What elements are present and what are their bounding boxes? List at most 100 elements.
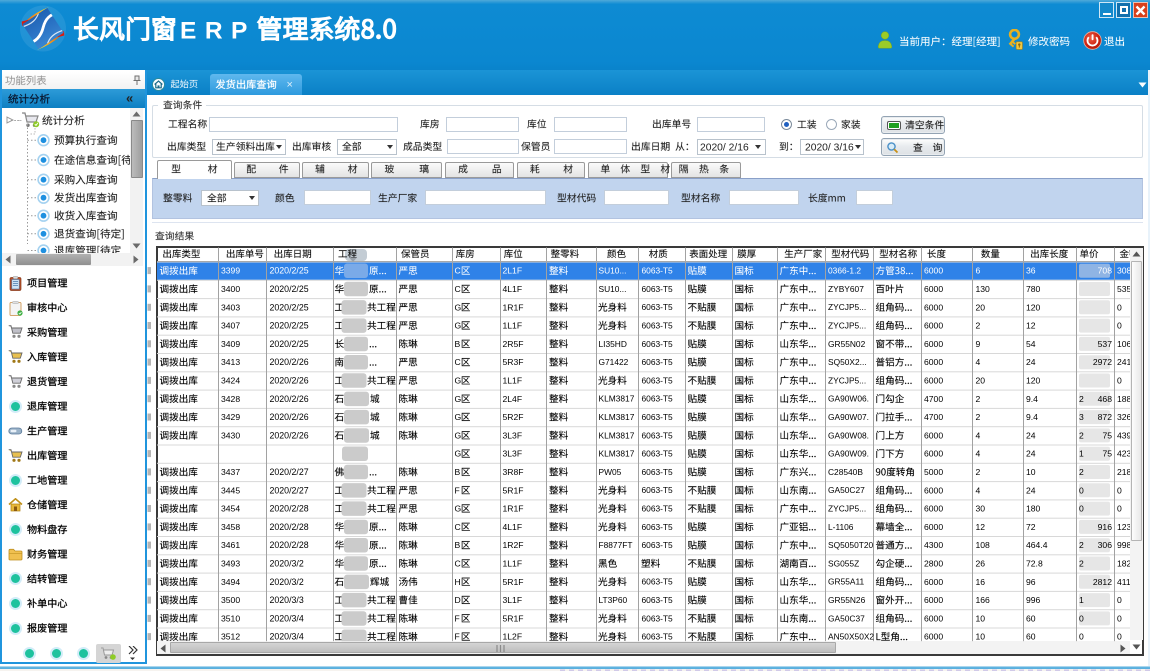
svg-text:GA90W06.: GA90W06. — [828, 394, 869, 404]
svg-text:SU10...: SU10... — [599, 284, 627, 294]
svg-text:423: 423 — [1117, 449, 1132, 459]
svg-text:6000: 6000 — [924, 613, 943, 623]
svg-text:6000: 6000 — [924, 522, 943, 532]
svg-text:9: 9 — [976, 339, 981, 349]
svg-text:ZYCJP5...: ZYCJP5... — [828, 504, 866, 514]
svg-text:6063-T5: 6063-T5 — [642, 504, 674, 514]
svg-text:123: 123 — [1117, 522, 1132, 532]
svg-text:G: G — [455, 394, 462, 404]
svg-text:2R5F: 2R5F — [503, 339, 524, 349]
svg-text:537: 537 — [1098, 339, 1113, 349]
svg-text:6063-T5: 6063-T5 — [642, 595, 674, 605]
svg-text:6000: 6000 — [924, 504, 943, 514]
svg-text:6000: 6000 — [924, 357, 943, 367]
svg-text:6063-T5: 6063-T5 — [642, 302, 674, 312]
svg-text:2020/2/26: 2020/2/26 — [270, 394, 309, 404]
svg-text:4L1F: 4L1F — [503, 522, 523, 532]
svg-text:6063-T5: 6063-T5 — [642, 321, 674, 331]
svg-text:24: 24 — [1026, 430, 1036, 440]
svg-text:GR55N02: GR55N02 — [828, 339, 866, 349]
svg-text:2L4F: 2L4F — [503, 394, 523, 404]
svg-text:H: H — [455, 577, 461, 587]
svg-text:1L1F: 1L1F — [503, 559, 523, 569]
svg-text:2: 2 — [976, 412, 981, 422]
svg-text:G: G — [455, 449, 462, 459]
svg-text:3403: 3403 — [221, 302, 240, 312]
svg-text:24: 24 — [1026, 357, 1036, 367]
svg-text:6063-T5: 6063-T5 — [642, 284, 674, 294]
svg-text:6063-T5: 6063-T5 — [642, 394, 674, 404]
svg-text:3L1F: 3L1F — [503, 595, 523, 605]
svg-text:L-1106: L-1106 — [828, 522, 854, 532]
svg-text:182: 182 — [1117, 559, 1132, 569]
svg-text:3510: 3510 — [221, 613, 240, 623]
svg-text:3428: 3428 — [221, 394, 240, 404]
svg-text:6000: 6000 — [924, 430, 943, 440]
svg-text:411: 411 — [1117, 577, 1131, 587]
svg-text:0: 0 — [1117, 376, 1122, 386]
svg-text:SQ5050T20: SQ5050T20 — [828, 540, 874, 550]
svg-text:2: 2 — [1079, 540, 1084, 550]
svg-text:2020/2/27: 2020/2/27 — [270, 467, 309, 477]
svg-text:GA90W08.: GA90W08. — [828, 430, 869, 440]
svg-text:6063-T5: 6063-T5 — [642, 577, 674, 587]
svg-text:180: 180 — [1026, 504, 1041, 514]
svg-text:1R1F: 1R1F — [503, 302, 524, 312]
svg-text:916: 916 — [1098, 522, 1113, 532]
svg-text:20: 20 — [976, 302, 986, 312]
svg-text:2020/2/26: 2020/2/26 — [270, 357, 309, 367]
svg-text:GA90W09.: GA90W09. — [828, 449, 869, 459]
svg-text:2020/2/28: 2020/2/28 — [270, 540, 309, 550]
svg-text:16: 16 — [976, 577, 986, 587]
svg-text:G: G — [455, 321, 462, 331]
svg-text:6063-T5: 6063-T5 — [642, 375, 674, 385]
svg-text:5R1F: 5R1F — [503, 613, 524, 623]
svg-text:3494: 3494 — [221, 577, 240, 587]
svg-text:4L1F: 4L1F — [503, 284, 523, 294]
svg-text:780: 780 — [1026, 284, 1041, 294]
svg-text:3500: 3500 — [221, 595, 240, 605]
svg-text:G: G — [455, 302, 462, 312]
svg-text:F8877FT: F8877FT — [599, 540, 633, 550]
svg-text:ZYBY607: ZYBY607 — [828, 284, 864, 294]
svg-text:308: 308 — [1117, 266, 1132, 276]
svg-text:6063-T5: 6063-T5 — [642, 412, 674, 422]
svg-text:3399: 3399 — [221, 266, 240, 276]
svg-text:54: 54 — [1026, 339, 1036, 349]
svg-text:GA50C37: GA50C37 — [828, 613, 865, 623]
svg-text:439: 439 — [1117, 430, 1132, 440]
svg-text:ZYCJP5...: ZYCJP5... — [828, 321, 866, 331]
svg-text:2L1F: 2L1F — [503, 266, 523, 276]
svg-text:6063-T5: 6063-T5 — [642, 613, 674, 623]
svg-text:10: 10 — [1026, 467, 1036, 477]
svg-text:GR55N26: GR55N26 — [828, 595, 866, 605]
svg-text:KLM3817: KLM3817 — [599, 394, 635, 404]
svg-text:G: G — [455, 504, 462, 514]
svg-text:3413: 3413 — [221, 357, 240, 367]
svg-text:9.4: 9.4 — [1026, 394, 1038, 404]
svg-text:36: 36 — [1026, 266, 1036, 276]
svg-text:0366-1.2: 0366-1.2 — [828, 266, 861, 276]
svg-text:3458: 3458 — [221, 522, 240, 532]
svg-text:1L2F: 1L2F — [503, 632, 523, 642]
svg-text:4: 4 — [976, 485, 981, 495]
svg-text:6063-T5: 6063-T5 — [642, 467, 674, 477]
svg-text:3430: 3430 — [221, 430, 240, 440]
svg-text:0: 0 — [1117, 485, 1122, 495]
svg-text:2020/ 2/16: 2020/ 2/16 — [700, 143, 749, 154]
svg-text:2812: 2812 — [1093, 577, 1112, 587]
svg-text:SQ50X2...: SQ50X2... — [828, 357, 867, 367]
svg-text:166: 166 — [976, 595, 991, 605]
svg-text:1L1F: 1L1F — [503, 321, 523, 331]
svg-text:306: 306 — [1098, 540, 1113, 550]
svg-text:C: C — [455, 284, 461, 294]
svg-text:20: 20 — [976, 376, 986, 386]
svg-text:KLM3817: KLM3817 — [599, 412, 635, 422]
svg-text:0: 0 — [1117, 321, 1122, 331]
svg-text:0: 0 — [1079, 485, 1084, 495]
svg-text:4700: 4700 — [924, 394, 943, 404]
svg-text:6000: 6000 — [924, 302, 943, 312]
svg-text:C: C — [455, 266, 461, 276]
svg-text:2020/3/2: 2020/3/2 — [270, 559, 304, 569]
svg-text:2020/2/26: 2020/2/26 — [270, 430, 309, 440]
